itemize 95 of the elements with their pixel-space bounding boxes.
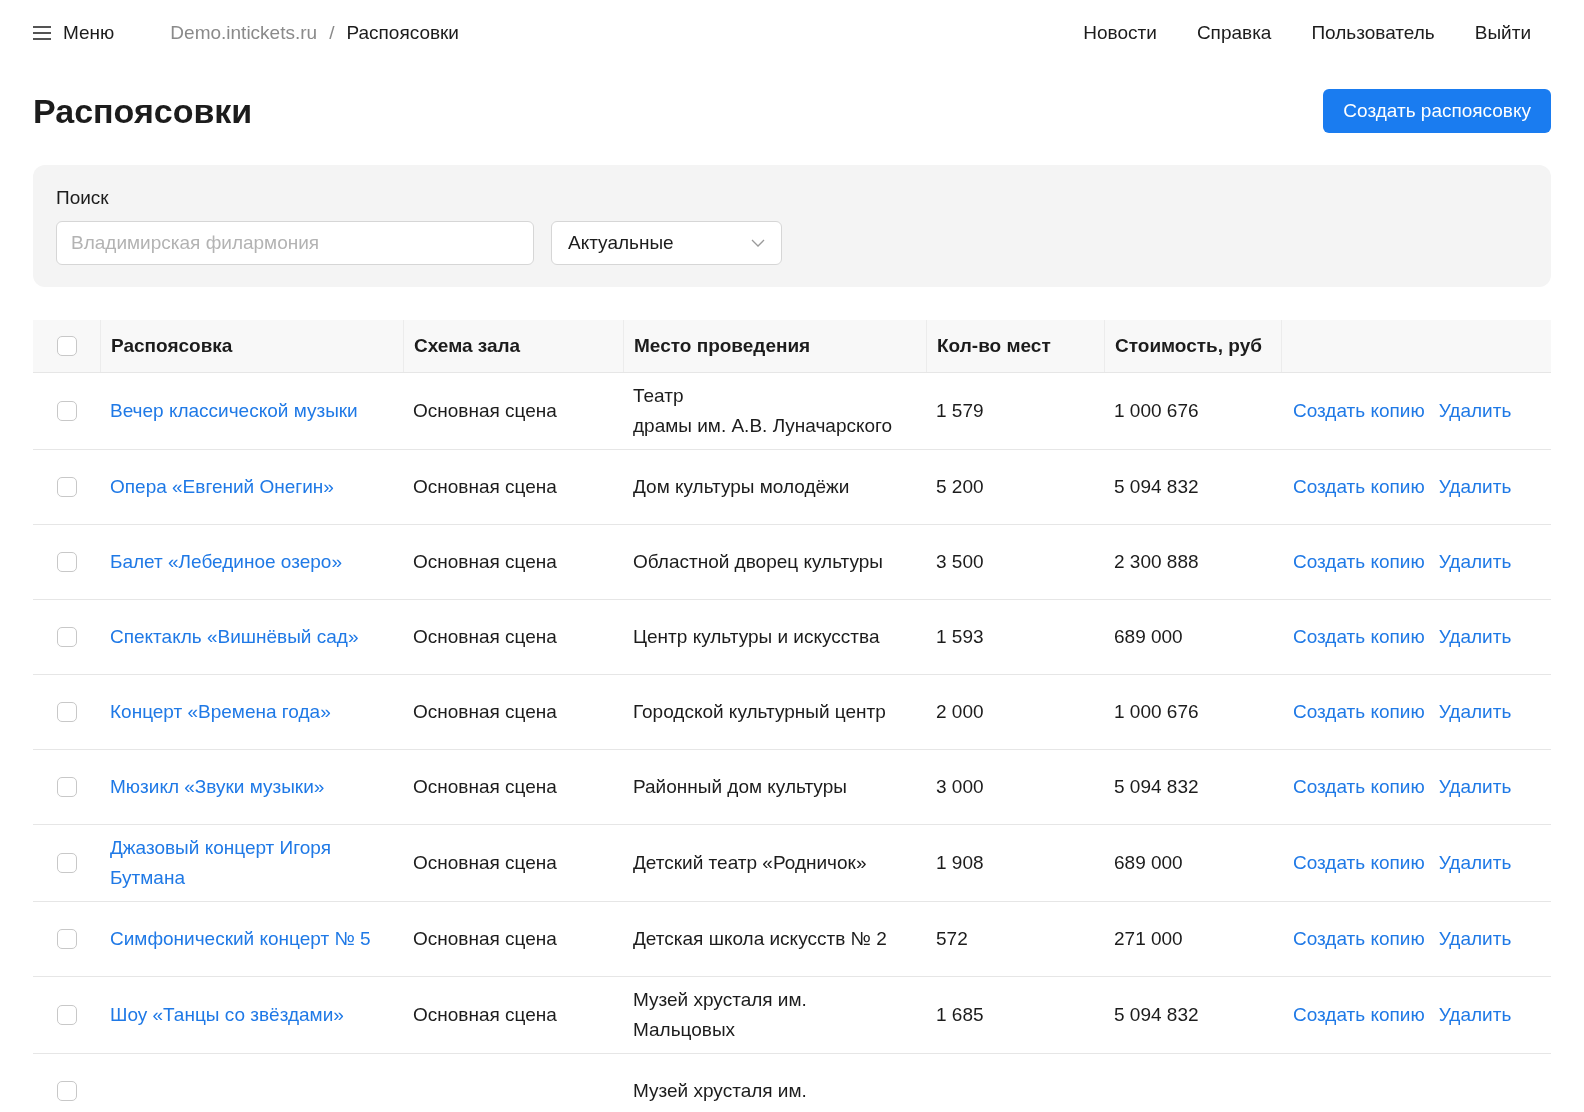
column-header: Стоимость, руб	[1104, 320, 1281, 372]
row-action-link[interactable]: Удалить	[1438, 400, 1512, 422]
table-cell: Основная сцена	[413, 701, 557, 722]
row-checkbox[interactable]	[56, 1081, 77, 1101]
row-action-link[interactable]: Создать копию	[1293, 776, 1425, 798]
table-cell: Основная сцена	[413, 626, 557, 647]
row-action-link[interactable]: Удалить	[1438, 852, 1512, 874]
table-cell: 5 094 832	[1114, 1004, 1199, 1025]
table-cell: 1 000 676	[1114, 400, 1199, 421]
row-action-link[interactable]: Создать копию	[1293, 551, 1425, 573]
table-cell: 1 593	[936, 626, 984, 647]
breadcrumb-link[interactable]: Распоясовки	[346, 22, 459, 44]
event-link[interactable]: Симфонический концерт № 5	[110, 924, 403, 954]
table-cell: Основная сцена	[413, 476, 557, 497]
select-all-checkbox[interactable]	[56, 336, 77, 356]
nav-link[interactable]: Пользователь	[1311, 22, 1435, 44]
table-cell: Основная сцена	[413, 852, 557, 873]
row-checkbox[interactable]	[56, 627, 77, 647]
table-cell: 2 300 888	[1114, 551, 1199, 572]
table-cell: 572	[936, 928, 968, 949]
search-field[interactable]: Владимирская филармония	[56, 221, 534, 265]
row-action-link[interactable]: Удалить	[1438, 551, 1512, 573]
table-cell: 1 579	[936, 400, 984, 421]
row-checkbox[interactable]	[56, 401, 77, 421]
chevron-down-icon	[751, 239, 765, 247]
row-checkbox[interactable]	[56, 853, 77, 873]
table-cell: 1 685	[936, 1004, 984, 1025]
row-action-link[interactable]: Создать копию	[1293, 626, 1425, 648]
column-header: Кол-во мест	[926, 320, 1104, 372]
nav-link[interactable]: Выйти	[1474, 22, 1531, 44]
event-link[interactable]: Концерт «Времена года»	[110, 697, 403, 727]
row-action-link[interactable]: Удалить	[1438, 776, 1512, 798]
nav-link[interactable]: Справка	[1196, 22, 1272, 44]
table-cell: Городской культурный центр	[633, 701, 886, 722]
event-link[interactable]: Джазовый концерт Игоря Бутмана	[110, 833, 403, 893]
table-cell: Дом культуры молодёжи	[633, 476, 850, 497]
table-cell: 689 000	[1114, 852, 1183, 873]
row-action-link[interactable]: Создать копию	[1293, 1004, 1425, 1026]
row-action-link[interactable]: Удалить	[1438, 701, 1512, 723]
row-checkbox[interactable]	[56, 929, 77, 949]
table-cell: Детский театр «Родничок»	[633, 852, 867, 873]
row-checkbox[interactable]	[56, 477, 77, 497]
row-action-link[interactable]: Создать копию	[1293, 476, 1425, 498]
table-cell: Основная сцена	[413, 1004, 557, 1025]
table-cell: Областной дворец культуры	[633, 551, 883, 572]
event-link[interactable]: Балет «Лебединое озеро»	[110, 547, 403, 577]
table-cell: Основная сцена	[413, 551, 557, 572]
row-action-link[interactable]: Создать копию	[1293, 400, 1425, 422]
page-title: Распоясовки	[33, 91, 253, 131]
table-cell: Основная сцена	[413, 928, 557, 949]
event-link[interactable]: Опера «Евгений Онегин»	[110, 472, 403, 502]
nav-link[interactable]: Новости	[1083, 22, 1157, 44]
table-cell: 5 200	[936, 476, 984, 497]
table-cell: 271 000	[1114, 928, 1183, 949]
row-action-link[interactable]: Удалить	[1438, 626, 1512, 648]
row-action-link[interactable]: Удалить	[1438, 1004, 1512, 1026]
create-button[interactable]: Создать распоясовку	[1323, 89, 1551, 133]
breadcrumb-separator: /	[329, 22, 335, 44]
row-action-link[interactable]: Удалить	[1438, 476, 1512, 498]
row-action-link[interactable]: Создать копию	[1293, 852, 1425, 874]
table-cell: Музей хрусталя им.	[633, 1080, 807, 1101]
event-link[interactable]: Спектакль «Вишнёвый сад»	[110, 622, 403, 652]
table-cell: 2 000	[936, 701, 984, 722]
table-cell: Центр культуры и искусства	[633, 626, 880, 647]
event-link[interactable]: Мюзикл «Звуки музыки»	[110, 772, 403, 802]
table-cell: Районный дом культуры	[633, 776, 847, 797]
table-cell: 1 000 676	[1114, 701, 1199, 722]
table-cell: 5 094 832	[1114, 476, 1199, 497]
row-action-link[interactable]: Создать копию	[1293, 928, 1425, 950]
event-link[interactable]: Шоу «Танцы со звёздами»	[110, 1000, 403, 1030]
search-label: Поиск	[56, 187, 110, 209]
table-cell: 5 094 832	[1114, 776, 1199, 797]
table-cell: Детская школа искусств № 2	[633, 928, 887, 949]
column-header: Распоясовка	[100, 320, 403, 372]
breadcrumb-link[interactable]: Demo.intickets.ru	[170, 22, 318, 44]
table-cell: 3 500	[936, 551, 984, 572]
row-checkbox[interactable]	[56, 777, 77, 797]
table-cell: Театр драмы им. А.В. Луначарского	[633, 385, 893, 436]
row-checkbox[interactable]	[56, 552, 77, 572]
menu-button[interactable]: Меню	[33, 22, 115, 44]
row-checkbox[interactable]	[56, 1005, 77, 1025]
status-dropdown[interactable]: Актуальные	[551, 221, 782, 265]
menu-icon	[33, 26, 51, 40]
event-link[interactable]: Вечер классической музыки	[110, 396, 403, 426]
table-cell: Музей хрусталя им. Мальцовых	[633, 989, 807, 1040]
table-cell: 689 000	[1114, 626, 1183, 647]
row-action-link[interactable]: Удалить	[1438, 928, 1512, 950]
table-cell: Основная сцена	[413, 400, 557, 421]
table-cell: Основная сцена	[413, 776, 557, 797]
table-cell: 3 000	[936, 776, 984, 797]
row-action-link[interactable]: Создать копию	[1293, 701, 1425, 723]
column-header: Схема зала	[403, 320, 623, 372]
column-header: Место проведения	[623, 320, 926, 372]
row-checkbox[interactable]	[56, 702, 77, 722]
table-cell: 1 908	[936, 852, 984, 873]
